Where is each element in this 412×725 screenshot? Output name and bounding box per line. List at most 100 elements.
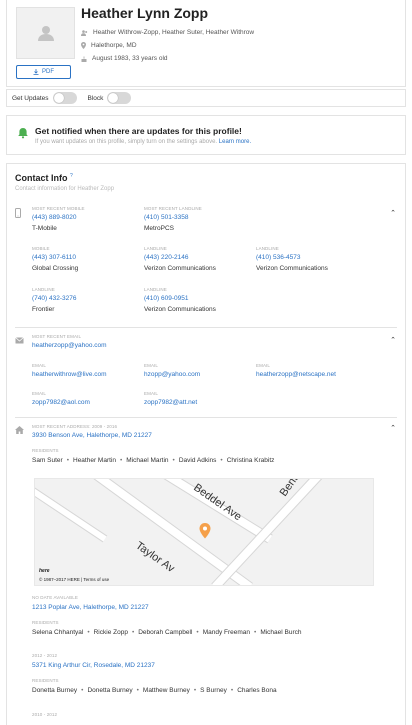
resident-name: Mandy Freeman: [202, 629, 251, 636]
block-toggle[interactable]: [107, 92, 132, 104]
phone-number[interactable]: (410) 501-3358: [144, 214, 188, 221]
address-label: NO DATE AVAILABLE: [32, 595, 78, 600]
phone-label: MOST RECENT MOBILE: [32, 206, 85, 211]
pdf-button[interactable]: PDF: [16, 65, 71, 79]
phone-carrier: Verizon Communications: [144, 265, 216, 272]
phone-label: LANDLINE: [256, 246, 279, 251]
email-label: EMAIL: [32, 391, 47, 396]
aliases-row: Heather Withrow-Zopp, Heather Suter, Hea…: [81, 29, 254, 36]
cake-icon: [81, 56, 87, 62]
phone-number[interactable]: (410) 536-4573: [256, 254, 300, 261]
birth-date: August 1983, 33 years old: [92, 55, 168, 62]
avatar: [16, 7, 75, 59]
residents-label: RESIDENTS: [32, 620, 59, 625]
phone-carrier: Frontier: [32, 306, 55, 313]
page: PDF Heather Lynn Zopp Heather Withrow-Zo…: [0, 0, 412, 725]
chevron-up-icon[interactable]: ⌃: [390, 424, 396, 432]
address-label: MOST RECENT ADDRESS: 2009 - 2016: [32, 424, 118, 429]
resident-name: Michael Burch: [260, 629, 302, 636]
contact-subtitle: Contact information for Heather Zopp: [15, 186, 115, 192]
home-icon: [15, 426, 24, 434]
phone-label: LANDLINE: [144, 246, 167, 251]
get-updates-toggle[interactable]: [52, 92, 77, 104]
map-logo: here: [39, 568, 50, 574]
email-label: EMAIL: [256, 363, 271, 368]
email-label: MOST RECENT EMAIL: [32, 334, 82, 339]
email-address[interactable]: zopp7982@aol.com: [32, 399, 90, 406]
phone-carrier: MetroPCS: [144, 225, 174, 232]
email-address[interactable]: heatherwithrow@live.com: [32, 371, 107, 378]
map-roads: Beddel Ave Benson Taylor Av: [35, 479, 373, 585]
phone-number[interactable]: (443) 307-6110: [32, 254, 76, 261]
resident-name: Christina Krabitz: [226, 457, 275, 464]
email-address[interactable]: hzopp@yahoo.com: [144, 371, 200, 378]
resident-name: Heather Martin: [73, 457, 116, 464]
location: Halethorpe, MD: [91, 42, 137, 49]
address-link[interactable]: 3930 Benson Ave, Halethorpe, MD 21227: [32, 432, 152, 439]
address-link[interactable]: 5371 King Arthur Cir, Rosedale, MD 21237: [32, 662, 155, 669]
phone-number[interactable]: (443) 889-8020: [32, 214, 76, 221]
contact-title: Contact Info ?: [15, 173, 73, 183]
phone-label: LANDLINE: [144, 287, 167, 292]
envelope-icon: [15, 337, 24, 344]
address-link[interactable]: 1213 Poplar Ave, Halethorpe, MD 21227: [32, 604, 149, 611]
residents-list: Selena Chhantyal • Rickie Zopp • Deborah Cam…: [32, 629, 302, 636]
resident-name: Michael Martin: [126, 457, 169, 464]
resident-name: Donetta Burney: [87, 687, 133, 694]
email-label: EMAIL: [32, 363, 47, 368]
profile-name: Heather Lynn Zopp: [81, 5, 209, 21]
contact-title-text: Contact Info: [15, 173, 68, 183]
residents-list: Donetta Burney • Donetta Burney • Matthew Bu…: [32, 687, 277, 694]
help-icon[interactable]: ?: [70, 173, 73, 179]
pdf-label: PDF: [42, 69, 54, 75]
chevron-up-icon[interactable]: ⌃: [390, 336, 396, 344]
toggle-bar: Get Updates Block: [6, 89, 406, 107]
divider: [15, 327, 397, 328]
address-label: 2010 - 2012: [32, 712, 58, 717]
email-address[interactable]: heatherzopp@yahoo.com: [32, 342, 107, 349]
phone-number[interactable]: (410) 609-0951: [144, 295, 188, 302]
resident-name: S Burney: [200, 687, 227, 694]
resident-name: Matthew Burney: [142, 687, 190, 694]
person-icon: [37, 26, 54, 41]
phone-carrier: Verizon Communications: [144, 306, 216, 313]
divider: [15, 417, 397, 418]
residents-label: RESIDENTS: [32, 448, 59, 453]
bell-icon: [18, 128, 28, 139]
resident-name: Rickie Zopp: [93, 629, 128, 636]
email-address[interactable]: zopp7982@att.net: [144, 399, 197, 406]
people-icon: [81, 29, 88, 36]
contact-info-panel: Contact Info ? Contact information for H…: [6, 163, 406, 725]
resident-name: David Adkins: [178, 457, 217, 464]
map-copyright[interactable]: © 1987–2017 HERE | Terms of use: [39, 577, 109, 582]
address-map[interactable]: Beddel Ave Benson Taylor Av here © 1987–…: [34, 478, 374, 586]
learn-more-link[interactable]: Learn more.: [219, 139, 251, 145]
notify-text: If you want updates on this profile, sim…: [35, 139, 218, 145]
block-label: Block: [87, 94, 104, 102]
phone-label: MOST RECENT LANDLINE: [144, 206, 202, 211]
notify-banner: Get notified when there are updates for …: [6, 115, 406, 155]
resident-name: Selena Chhantyal: [32, 629, 84, 636]
chevron-up-icon[interactable]: ⌃: [390, 209, 396, 217]
residents-label: RESIDENTS: [32, 678, 59, 683]
get-updates-label: Get Updates: [12, 94, 49, 102]
location-pin-icon: [81, 42, 86, 49]
phone-carrier: Global Crossing: [32, 265, 79, 272]
resident-name: Deborah Campbell: [138, 629, 193, 636]
email-address[interactable]: heatherzopp@netscape.net: [256, 371, 336, 378]
resident-name: Sam Suter: [32, 457, 63, 464]
phone-label: LANDLINE: [32, 287, 55, 292]
phone-carrier: Verizon Communications: [256, 265, 328, 272]
birth-row: August 1983, 33 years old: [81, 55, 168, 62]
email-label: EMAIL: [144, 363, 159, 368]
email-label: EMAIL: [144, 391, 159, 396]
phone-number[interactable]: (443) 220-2146: [144, 254, 188, 261]
phone-icon: [15, 208, 21, 218]
profile-header: PDF Heather Lynn Zopp Heather Withrow-Zo…: [6, 0, 406, 87]
address-label: 2012 - 2012: [32, 653, 58, 658]
phone-label: MOBILE: [32, 246, 50, 251]
notify-subtitle: If you want updates on this profile, sim…: [35, 139, 251, 145]
download-icon: [33, 69, 39, 75]
phone-number[interactable]: (740) 432-3276: [32, 295, 76, 302]
location-row: Halethorpe, MD: [81, 42, 137, 49]
